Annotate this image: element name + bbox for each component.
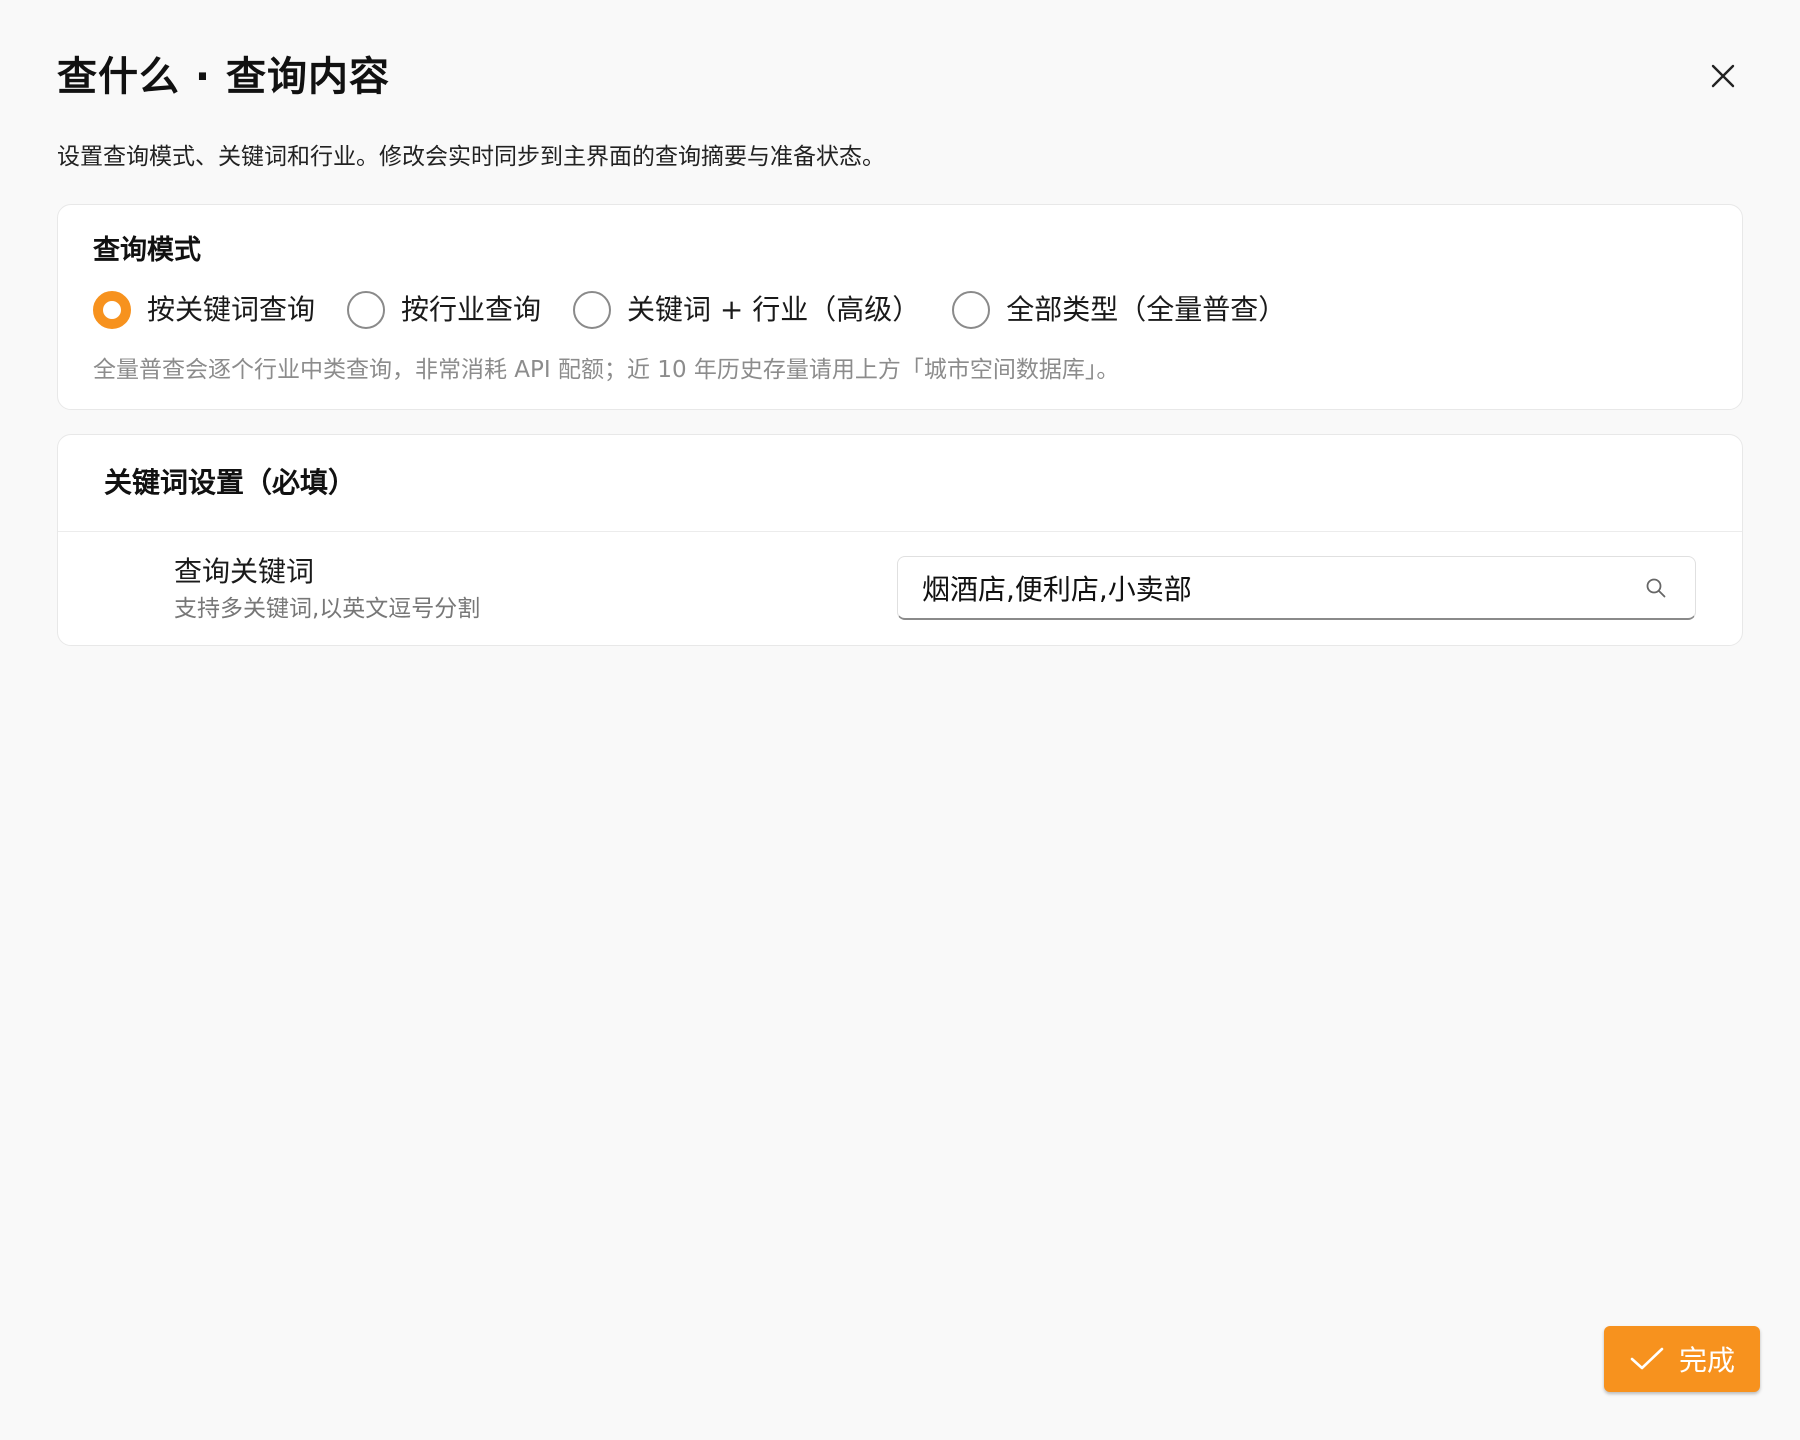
query-mode-hint: 全量普查会逐个行业中类查询，非常消耗 API 配额；近 10 年历史存量请用上方…	[93, 357, 1120, 383]
keyword-settings-header: 关键词设置（必填）	[58, 435, 1742, 532]
dialog: 查什么 · 查询内容 设置查询模式、关键词和行业。修改会实时同步到主界面的查询摘…	[0, 0, 1800, 1440]
radio-button-industry[interactable]	[347, 291, 386, 329]
radio-option-keyword[interactable]: 按关键词查询	[93, 290, 315, 330]
query-mode-radio-group: 按关键词查询 按行业查询 关键词 + 行业（高级） 全部类型（全量普查）	[93, 287, 1318, 333]
radio-button-keyword[interactable]	[93, 291, 131, 329]
radio-label-all-types: 全部类型（全量普查）	[1006, 293, 1287, 326]
radio-button-keyword-industry[interactable]	[573, 291, 612, 329]
keyword-settings-title: 关键词设置（必填）	[104, 466, 357, 499]
keyword-input-wrapper	[897, 556, 1696, 620]
search-icon[interactable]	[1641, 573, 1671, 603]
radio-button-all-types[interactable]	[952, 291, 991, 329]
done-button[interactable]: 完成	[1604, 1326, 1760, 1392]
keyword-field-sublabel: 支持多关键词,以英文逗号分割	[174, 596, 481, 622]
radio-option-keyword-industry[interactable]: 关键词 + 行业（高级）	[573, 290, 920, 330]
query-mode-card: 查询模式 按关键词查询 按行业查询 关键词 + 行业（高级） 全部类型（全量普查…	[57, 204, 1743, 410]
radio-option-all-types[interactable]: 全部类型（全量普查）	[952, 290, 1286, 330]
query-mode-title: 查询模式	[93, 235, 201, 266]
keyword-input[interactable]	[898, 557, 1641, 618]
radio-label-keyword-industry: 关键词 + 行业（高级）	[627, 293, 921, 326]
dialog-header: 查什么 · 查询内容	[57, 50, 1743, 104]
dialog-description: 设置查询模式、关键词和行业。修改会实时同步到主界面的查询摘要与准备状态。	[57, 144, 885, 170]
check-icon	[1629, 1344, 1665, 1374]
close-button[interactable]	[1703, 56, 1743, 96]
done-button-label: 完成	[1678, 1344, 1735, 1377]
radio-label-keyword: 按关键词查询	[147, 293, 316, 326]
keyword-settings-card: 关键词设置（必填） 查询关键词 支持多关键词,以英文逗号分割	[57, 434, 1743, 646]
radio-option-industry[interactable]: 按行业查询	[347, 290, 541, 330]
close-icon	[1711, 64, 1735, 88]
keyword-field-row: 查询关键词 支持多关键词,以英文逗号分割	[58, 532, 1742, 646]
dialog-title: 查什么 · 查询内容	[57, 54, 391, 100]
radio-label-industry: 按行业查询	[401, 293, 542, 326]
keyword-field-label: 查询关键词	[174, 555, 315, 588]
